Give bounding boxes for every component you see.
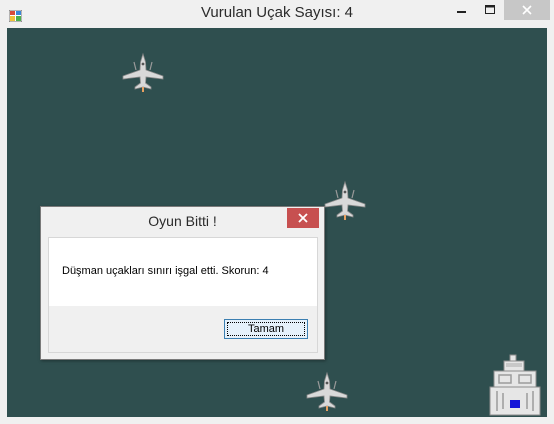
minimize-button[interactable] <box>448 0 476 20</box>
title-bar: Vurulan Uçak Sayısı: 4 <box>0 0 554 28</box>
maximize-icon <box>484 5 495 14</box>
game-window: Vurulan Uçak Sayısı: 4 Oyun Bitti ! Düşm… <box>0 0 554 424</box>
close-icon <box>298 213 308 223</box>
close-button[interactable] <box>504 0 550 20</box>
game-over-dialog: Oyun Bitti ! Düşman uçakları sınırı işga… <box>40 206 325 360</box>
maximize-button[interactable] <box>476 0 504 20</box>
enemy-plane-icon <box>306 371 348 411</box>
dialog-footer: Tamam <box>49 306 317 352</box>
enemy-plane-icon <box>324 180 366 220</box>
dialog-title: Oyun Bitti ! <box>148 213 217 229</box>
ok-button[interactable]: Tamam <box>224 319 308 339</box>
enemy-plane-icon <box>122 52 164 92</box>
close-icon <box>522 5 532 15</box>
dialog-message: Düşman uçakları sınırı işgal etti. Skoru… <box>62 265 269 277</box>
player-ship-icon <box>489 354 541 416</box>
dialog-body: Düşman uçakları sınırı işgal etti. Skoru… <box>48 237 318 353</box>
dialog-close-button[interactable] <box>287 208 319 228</box>
minimize-icon <box>457 11 466 13</box>
